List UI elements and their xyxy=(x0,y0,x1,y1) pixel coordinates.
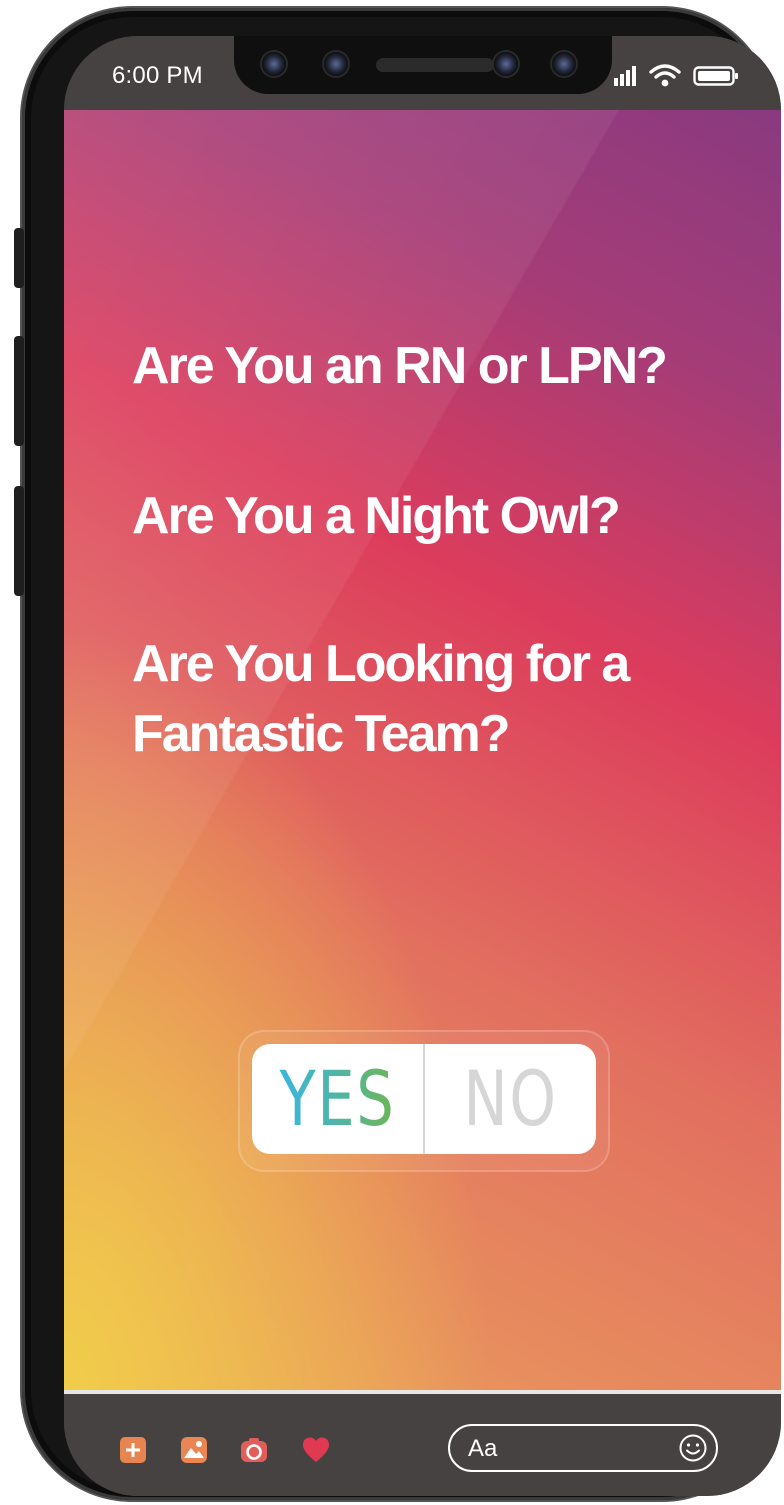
speaker-grille xyxy=(376,58,494,72)
poll-sticker: YES NO xyxy=(238,1030,610,1172)
signal-icon xyxy=(614,66,636,86)
poll-yes-option[interactable]: YES xyxy=(271,1044,404,1154)
phone-frame: 6:00 PM Are You an RN or LPN? Are You a … xyxy=(14,8,781,1500)
phone-screen: 6:00 PM Are You an RN or LPN? Are You a … xyxy=(64,36,781,1496)
camera-lens-icon xyxy=(494,52,518,76)
poll-card: YES NO xyxy=(252,1044,596,1154)
story-canvas: Are You an RN or LPN? Are You a Night Ow… xyxy=(64,110,781,1390)
camera-lens-icon xyxy=(324,52,348,76)
smiley-icon[interactable] xyxy=(678,1433,708,1463)
poll-divider xyxy=(423,1044,425,1154)
add-icon[interactable] xyxy=(119,1436,147,1464)
camera-lens-icon xyxy=(552,52,576,76)
headline-rn-lpn: Are You an RN or LPN? xyxy=(132,337,668,395)
camera-icon[interactable] xyxy=(240,1436,268,1464)
status-icons xyxy=(613,64,743,88)
action-button xyxy=(14,228,24,288)
gallery-icon[interactable] xyxy=(180,1436,208,1464)
battery-icon xyxy=(693,66,738,86)
volume-down-button xyxy=(14,486,24,596)
headline-team-line-2: Fantastic Team? xyxy=(132,705,510,763)
message-input[interactable] xyxy=(466,1432,670,1466)
poll-no-option[interactable]: NO xyxy=(444,1044,577,1154)
notch xyxy=(234,36,612,94)
headline-night-owl: Are You a Night Owl? xyxy=(132,487,621,545)
heart-icon[interactable] xyxy=(302,1436,330,1464)
volume-up-button xyxy=(14,336,24,446)
camera-lens-icon xyxy=(262,52,286,76)
message-field[interactable] xyxy=(448,1424,718,1472)
wifi-icon xyxy=(649,64,681,87)
status-bar: 6:00 PM xyxy=(64,36,781,110)
bottom-toolbar xyxy=(64,1390,781,1496)
status-time: 6:00 PM xyxy=(112,62,203,89)
headline-team-line-1: Are You Looking for a xyxy=(132,635,630,693)
